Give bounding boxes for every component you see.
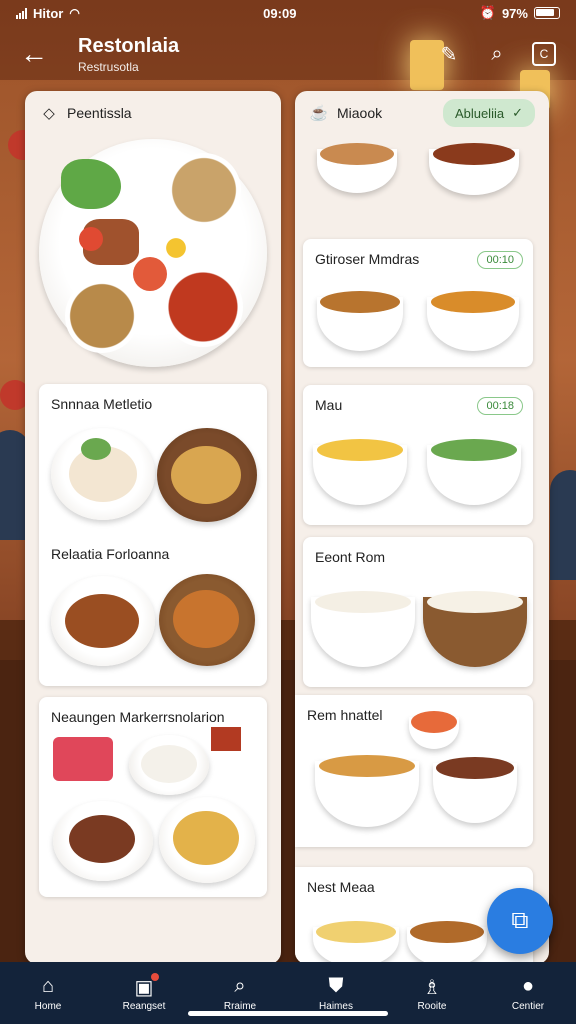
diamond-icon: ◇ [43, 105, 55, 122]
filter-label: Ablueliia [454, 105, 505, 121]
card-title: Rem hnattel [307, 707, 383, 723]
food-image [53, 737, 113, 781]
card-title: Snnnaa Metletio [51, 396, 153, 412]
battery-percent: 97% [501, 5, 528, 21]
card-title: Eeont Rom [315, 549, 386, 565]
food-image[interactable] [429, 143, 519, 195]
menu-card[interactable]: Rem hnattel [295, 695, 533, 847]
filter-chip[interactable]: Ablueliia ✓ [442, 99, 535, 127]
nav-item-receipt[interactable]: ▣ Reangset [104, 972, 184, 1012]
nav-label: Rraime [223, 1000, 257, 1012]
signal-icon [16, 7, 27, 19]
check-icon: ✓ [512, 105, 523, 120]
food-image [159, 574, 255, 666]
food-image [433, 757, 517, 823]
menu-card[interactable]: Snnnaa Metletio Relaatia Forloanna [39, 384, 267, 686]
wifi-icon: ◠ [69, 6, 80, 20]
app-header: ← Restonlaia Restrusotla ✎ ⌕ C [0, 26, 576, 82]
right-menu-panel: ☕ Miaook Ablueliia ✓ Gtiroser Mmdras 00:… [295, 91, 549, 964]
battery-icon [533, 7, 560, 19]
badge-icon: ⛊ [328, 974, 344, 997]
notification-dot [151, 972, 160, 981]
food-image [407, 921, 487, 964]
nav-label: Reangset [122, 1000, 166, 1012]
cart-icon: ⧉ [511, 907, 529, 934]
food-image [51, 576, 155, 666]
carrier-label: Hitor [33, 5, 64, 21]
right-panel-header: ☕ Miaook Ablueliia ✓ [295, 91, 549, 135]
food-image [311, 591, 415, 667]
food-image [317, 291, 403, 351]
food-image [427, 291, 519, 351]
share-icon[interactable]: ✎ [436, 41, 462, 67]
menu-card[interactable]: Mau 00:18 [303, 385, 533, 525]
menu-card[interactable]: Eeont Rom [303, 537, 533, 687]
food-image [315, 755, 419, 827]
page-title: Restonlaia [78, 34, 180, 57]
alarm-icon: ⏰ [479, 5, 496, 20]
food-image [51, 428, 155, 520]
nav-item-search[interactable]: ⌕ Rraime [200, 975, 280, 1012]
nav-label: Centier [511, 1000, 545, 1012]
card-title: Nest Meaa [307, 879, 375, 895]
fab-button[interactable]: ⧉ [487, 888, 553, 954]
home-icon: ⌂ [41, 974, 55, 997]
status-time: 09:09 [263, 5, 297, 21]
home-indicator [188, 1011, 388, 1016]
receipt-icon: ▣ [135, 972, 160, 999]
food-image [313, 439, 407, 505]
food-image [313, 921, 399, 964]
left-menu-panel: ◇ Peentissla Snnnaa Metletio Relaatia Fo… [25, 91, 281, 964]
nav-item-chef[interactable]: ♗ Rooite [392, 975, 472, 1012]
card-title: Neaungen Markerrsnolarion [51, 709, 225, 725]
card-title: Relaatia Forloanna [51, 546, 170, 562]
nav-item-home[interactable]: ⌂ Home [8, 975, 88, 1012]
card-title: Gtiroser Mmdras [315, 251, 420, 267]
menu-card[interactable]: Gtiroser Mmdras 00:10 [303, 239, 533, 367]
card-title: Mau [315, 397, 343, 413]
status-bar: Hitor ◠ 09:09 ⏰ 97% [0, 0, 576, 26]
food-image [159, 797, 255, 883]
bottom-navigation: ⌂ Home ▣ Reangset ⌕ Rraime ⛊ Haimes ♗ Ro… [0, 962, 576, 1024]
food-image[interactable] [317, 143, 397, 193]
page-subtitle: Restrusotla [78, 59, 139, 74]
time-badge: 00:18 [477, 397, 523, 415]
food-image [211, 727, 241, 751]
food-image [129, 735, 209, 795]
nav-label: Rooite [417, 1000, 447, 1012]
nav-label: Home [34, 1000, 62, 1012]
menu-square-icon[interactable]: C [532, 42, 556, 66]
right-panel-title: Miaook [337, 105, 383, 121]
profile-icon: ● [521, 974, 535, 997]
food-image [53, 801, 153, 881]
food-image [423, 591, 527, 667]
left-panel-header: ◇ Peentissla [25, 91, 281, 135]
chef-icon: ♗ [423, 976, 441, 999]
left-panel-title: Peentissla [67, 105, 132, 121]
time-badge: 00:10 [477, 251, 523, 269]
nav-item-badge[interactable]: ⛊ Haimes [296, 975, 376, 1012]
back-arrow-icon[interactable]: ← [20, 40, 56, 68]
search-icon: ⌕ [234, 974, 246, 997]
food-image [157, 428, 257, 522]
menu-card[interactable]: Neaungen Markerrsnolarion [39, 697, 267, 897]
food-image [427, 439, 521, 505]
food-image [409, 711, 459, 749]
platter-image[interactable] [39, 139, 267, 367]
nav-label: Haimes [319, 1000, 353, 1012]
search-icon[interactable]: ⌕ [484, 41, 510, 67]
bowl-icon: ☕ [309, 105, 329, 122]
nav-item-profile[interactable]: ● Centier [488, 975, 568, 1012]
